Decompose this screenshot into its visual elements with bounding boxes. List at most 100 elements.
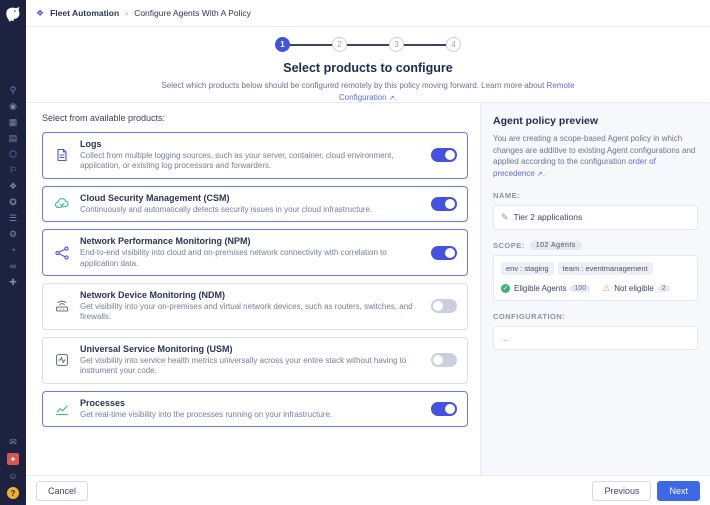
product-name: Processes bbox=[80, 397, 126, 408]
breadcrumb-current: Configure Agents With A Policy bbox=[134, 8, 251, 18]
breadcrumb-root[interactable]: Fleet Automation bbox=[50, 8, 119, 18]
toggle-knob bbox=[445, 150, 455, 161]
name-label: NAME: bbox=[493, 190, 521, 200]
infrastructure-icon[interactable]: ⬡ bbox=[6, 149, 20, 159]
usm-toggle[interactable] bbox=[431, 353, 457, 368]
step-3[interactable]: 3 bbox=[389, 37, 404, 52]
security-icon[interactable]: ✪ bbox=[6, 197, 20, 207]
logs-nav-icon[interactable]: ☰ bbox=[6, 213, 20, 223]
product-description: Get real-time visibility into the proces… bbox=[80, 409, 333, 419]
scope-tag: team : eventmanagement bbox=[557, 261, 653, 275]
page-title: Select products to configure bbox=[283, 61, 453, 75]
products-pane: Select from available products: Logs Col… bbox=[26, 103, 480, 475]
datadog-logo-icon[interactable] bbox=[4, 5, 22, 23]
ci-icon[interactable]: ∞ bbox=[6, 261, 20, 271]
eligible-agents-label: Eligible Agents bbox=[514, 283, 567, 293]
watchdog-icon[interactable]: ◉ bbox=[6, 101, 20, 111]
synthetics-icon[interactable]: ⚙ bbox=[6, 229, 20, 239]
apm-icon[interactable]: ❖ bbox=[6, 181, 20, 191]
scope-label: SCOPE: 102 Agents bbox=[493, 240, 698, 250]
logs-toggle[interactable] bbox=[431, 148, 457, 163]
people-icon[interactable]: ☺ bbox=[6, 471, 20, 481]
products-section-label: Select from available products: bbox=[42, 113, 166, 123]
breadcrumb: ❖ Fleet Automation › Configure Agents Wi… bbox=[26, 0, 710, 27]
policy-name-field[interactable]: ✎ Tier 2 applications bbox=[493, 204, 698, 230]
app-sidebar: ⚲ ◉ ▦ ▤ ⬡ ⚐ ❖ ✪ ☰ ⚙ ◔ ∞ ✚ ✉ ✦ ☺ ? bbox=[0, 0, 26, 505]
previous-button[interactable]: Previous bbox=[592, 480, 652, 501]
preview-title: Agent policy preview bbox=[493, 115, 599, 127]
wizard-header: 1 2 3 4 Select products to configure Sel… bbox=[26, 28, 710, 102]
whats-new-icon[interactable]: ✦ bbox=[7, 453, 19, 465]
scope-box: env : staging team : eventmanagement ✓ E… bbox=[493, 254, 698, 301]
product-description: Get visibility into your on-premises and… bbox=[80, 301, 413, 322]
toggle-knob bbox=[433, 355, 443, 366]
subtitle-text: Select which products below should be co… bbox=[161, 81, 545, 90]
main-content: Select from available products: Logs Col… bbox=[26, 102, 710, 475]
agent-policy-preview-panel: Agent policy preview You are creating a … bbox=[480, 103, 710, 475]
toggle-knob bbox=[433, 301, 443, 312]
product-card-csm[interactable]: Cloud Security Management (CSM) Continuo… bbox=[42, 185, 468, 223]
network-performance-icon bbox=[53, 245, 71, 261]
step-connector bbox=[290, 43, 332, 46]
cloud-security-icon bbox=[53, 196, 71, 212]
step-4[interactable]: 4 bbox=[446, 37, 461, 52]
next-button[interactable]: Next bbox=[657, 480, 700, 501]
step-connector bbox=[404, 43, 446, 46]
chat-icon[interactable]: ✉ bbox=[6, 437, 20, 447]
product-card-processes[interactable]: Processes Get real-time visibility into … bbox=[42, 390, 468, 427]
integrations-icon[interactable]: ✚ bbox=[6, 277, 20, 287]
product-description: Continuously and automatically detects s… bbox=[80, 204, 373, 214]
monitors-icon[interactable]: ⚐ bbox=[6, 165, 20, 175]
not-eligible-count: 2 bbox=[657, 284, 670, 292]
product-description: Collect from multiple logging sources, s… bbox=[80, 151, 394, 171]
processes-toggle[interactable] bbox=[431, 401, 457, 416]
toggle-knob bbox=[445, 247, 455, 258]
product-name: Universal Service Monitoring (USM) bbox=[80, 343, 233, 354]
notebooks-icon[interactable]: ▤ bbox=[6, 133, 20, 143]
logs-icon bbox=[53, 147, 71, 163]
scope-tags: env : staging team : eventmanagement bbox=[501, 261, 690, 275]
processes-icon bbox=[53, 401, 71, 417]
product-card-usm[interactable]: Universal Service Monitoring (USM) Get v… bbox=[42, 336, 468, 384]
product-name: Network Performance Monitoring (NPM) bbox=[80, 236, 251, 247]
step-connector bbox=[347, 43, 389, 46]
rum-icon[interactable]: ◔ bbox=[6, 245, 20, 255]
product-card-ndm[interactable]: Network Device Monitoring (NDM) Get visi… bbox=[42, 282, 468, 330]
product-name: Logs bbox=[80, 139, 102, 149]
preview-description: You are creating a scope-based Agent pol… bbox=[493, 133, 698, 180]
wizard-stepper: 1 2 3 4 bbox=[26, 37, 710, 52]
sidebar-nav: ⚲ ◉ ▦ ▤ ⬡ ⚐ ❖ ✪ ☰ ⚙ ◔ ∞ ✚ bbox=[6, 85, 20, 287]
npm-toggle[interactable] bbox=[431, 245, 457, 260]
page-subtitle: Select which products below should be co… bbox=[148, 80, 588, 104]
product-name: Network Device Monitoring (NDM) bbox=[80, 289, 226, 300]
toggle-knob bbox=[445, 198, 455, 209]
preview-description-suffix: . bbox=[542, 168, 546, 178]
eligibility-row: ✓ Eligible Agents 100 ⚠ Not eligible 2 bbox=[501, 283, 690, 294]
breadcrumb-separator-icon: › bbox=[125, 8, 129, 18]
step-2[interactable]: 2 bbox=[332, 37, 347, 52]
network-device-icon bbox=[53, 298, 71, 314]
configuration-label: CONFIGURATION: bbox=[493, 311, 566, 321]
not-eligible-label: Not eligible bbox=[614, 283, 654, 293]
preview-description-text: You are creating a scope-based Agent pol… bbox=[493, 134, 696, 167]
product-description: Get visibility into service health metri… bbox=[80, 355, 407, 376]
csm-toggle[interactable] bbox=[431, 196, 457, 211]
warning-icon: ⚠ bbox=[602, 282, 611, 293]
agents-count-badge: 102 Agents bbox=[529, 240, 582, 250]
ndm-toggle[interactable] bbox=[431, 299, 457, 314]
product-card-logs[interactable]: Logs Collect from multiple logging sourc… bbox=[42, 132, 468, 179]
product-description: End-to-end visibility into cloud and on-… bbox=[80, 248, 387, 268]
scope-tag: env : staging bbox=[501, 261, 554, 275]
policy-name-value: Tier 2 applications bbox=[513, 212, 583, 223]
search-icon[interactable]: ⚲ bbox=[6, 85, 20, 95]
step-1[interactable]: 1 bbox=[275, 37, 290, 52]
edit-icon: ✎ bbox=[501, 211, 509, 222]
toggle-knob bbox=[445, 403, 455, 414]
cancel-button[interactable]: Cancel bbox=[36, 480, 89, 501]
help-icon[interactable]: ? bbox=[7, 487, 19, 499]
dashboards-icon[interactable]: ▦ bbox=[6, 117, 20, 127]
check-circle-icon: ✓ bbox=[501, 283, 510, 293]
product-card-npm[interactable]: Network Performance Monitoring (NPM) End… bbox=[42, 229, 468, 276]
scope-label-text: SCOPE: bbox=[493, 240, 525, 250]
sidebar-bottom: ✉ ✦ ☺ ? bbox=[6, 437, 20, 499]
